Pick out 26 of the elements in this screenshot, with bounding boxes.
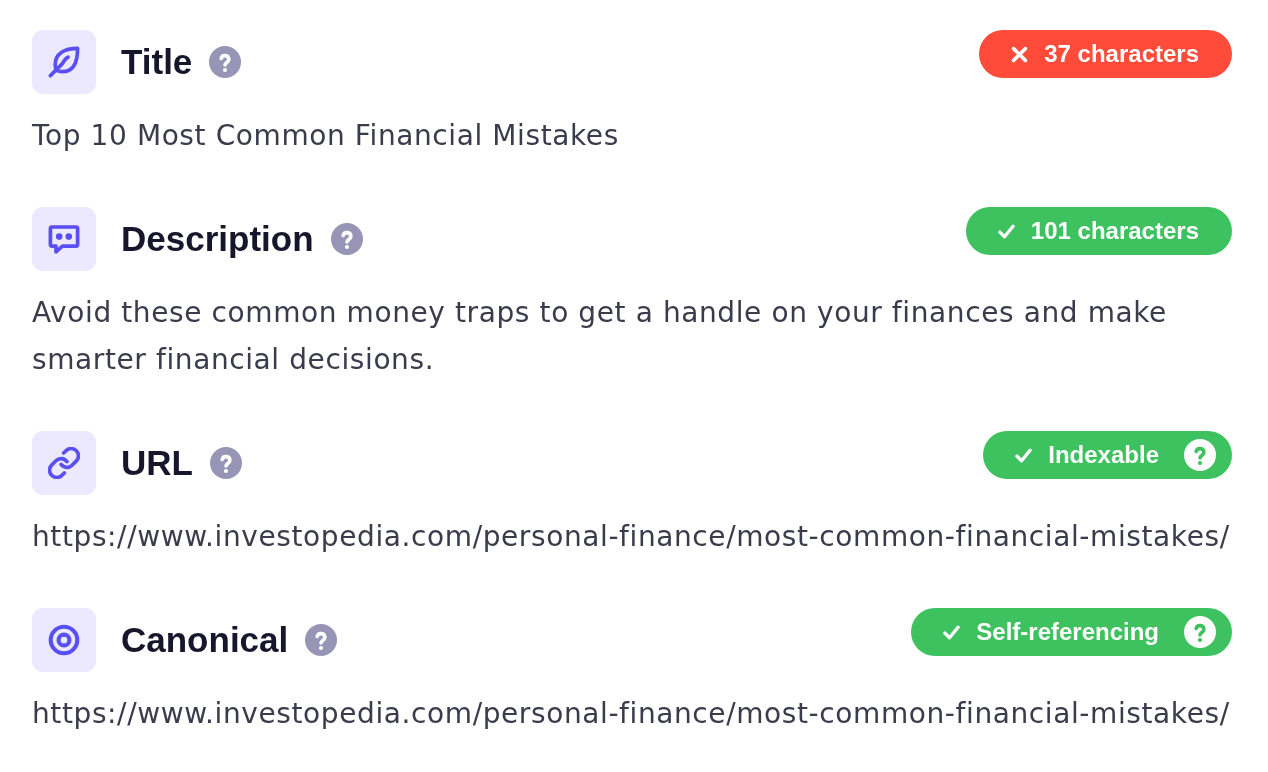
- section-heading: Canonical: [121, 619, 289, 661]
- target-icon: [32, 608, 96, 672]
- check-icon: [997, 222, 1015, 240]
- badge-label: 37 characters: [1044, 39, 1199, 69]
- section-heading: Description: [121, 218, 314, 260]
- section-heading: URL: [121, 442, 193, 484]
- help-icon[interactable]: [1184, 439, 1216, 471]
- help-icon[interactable]: [305, 624, 338, 656]
- help-icon[interactable]: [1184, 616, 1216, 648]
- help-icon[interactable]: [209, 447, 242, 479]
- section-heading: Title: [121, 41, 193, 83]
- link-icon: [32, 431, 96, 495]
- value-text: Top 10 Most Common Financial Mistakes: [32, 118, 620, 154]
- value-text: https://www.investopedia.com/personal-finance/most-common-financial-mistakes/: [32, 519, 1231, 555]
- value-text: Avoid these common money traps to get a handle on your finances and make smarter financial decisions.: [32, 295, 1168, 378]
- chat-bubble-icon: [32, 207, 96, 271]
- cross-icon: [1011, 45, 1029, 63]
- help-icon[interactable]: [209, 46, 242, 78]
- badge-label: Indexable: [1048, 440, 1159, 470]
- badge-label: Self-referencing: [976, 617, 1159, 647]
- badge-label: 101 characters: [1030, 216, 1199, 246]
- leaf-icon: [32, 30, 96, 94]
- value-text: https://www.investopedia.com/personal-finance/most-common-financial-mistakes/: [32, 696, 1231, 732]
- help-icon[interactable]: [330, 223, 363, 255]
- check-icon: [943, 623, 961, 641]
- check-icon: [1015, 446, 1033, 464]
